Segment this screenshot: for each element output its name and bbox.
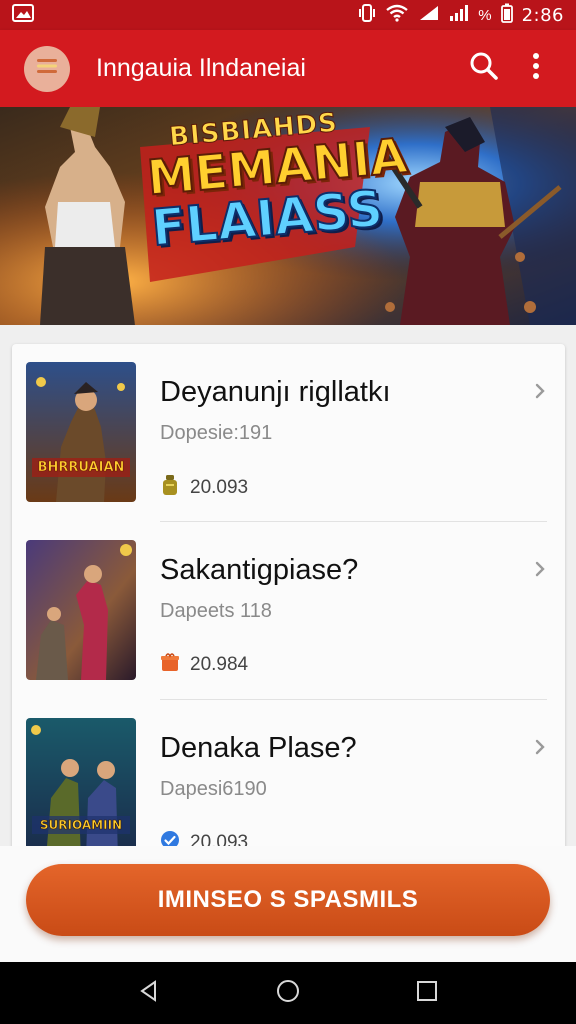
game-meta: 20.984: [160, 652, 248, 678]
home-icon: [275, 978, 301, 1009]
recents-icon: [416, 980, 438, 1007]
battery-icon: [500, 3, 513, 27]
game-row[interactable]: SURIOAMIIN Denaka Plase? Dapesi6190 20.0…: [12, 700, 565, 864]
menu-icon: [35, 57, 59, 80]
game-row[interactable]: BHRRUAIAN Deyanunjı rigllatkı Dopesie:19…: [12, 344, 565, 522]
game-subtitle: Dapesi6190: [160, 778, 267, 800]
game-title: Denaka Plase?: [160, 732, 357, 764]
game-list: BHRRUAIAN Deyanunjı rigllatkı Dopesie:19…: [12, 344, 565, 864]
coin-bag-icon: [160, 474, 180, 502]
game-subtitle: Dopesie:191: [160, 422, 273, 444]
cta-button[interactable]: IMINSEO S SPASMILS: [26, 864, 550, 936]
status-bar: % 2:86: [0, 0, 576, 30]
more-vert-icon: [532, 52, 540, 85]
recents-button[interactable]: [407, 973, 447, 1013]
back-icon: [137, 979, 161, 1008]
signal-icon: [449, 4, 469, 26]
chevron-icon[interactable]: [529, 380, 551, 402]
chevron-icon[interactable]: [529, 558, 551, 580]
app-title: Inngauia Ilndaneiai: [96, 54, 306, 82]
game-thumbnail: SURIOAMIIN: [26, 718, 136, 858]
bottom-action-area: IMINSEO S SPASMILS: [0, 846, 576, 962]
thumbnail-label: BHRRUAIAN: [32, 458, 130, 477]
search-icon: [469, 51, 499, 86]
game-title: Deyanunjı rigllatkı: [160, 376, 391, 408]
game-thumbnail: [26, 540, 136, 680]
game-title: Sakantigpiase?: [160, 554, 359, 586]
game-thumbnail: BHRRUAIAN: [26, 362, 136, 502]
game-count: 20.984: [190, 654, 249, 675]
app-bar: Inngauia Ilndaneiai: [0, 30, 576, 107]
game-row[interactable]: Sakantigpiase? Dapeets 118 20.984: [12, 522, 565, 700]
hotspot-icon: [418, 4, 440, 26]
gift-box-icon: [160, 652, 180, 678]
home-button[interactable]: [268, 973, 308, 1013]
search-button[interactable]: [458, 43, 510, 95]
battery-percent: %: [478, 6, 492, 24]
system-nav-bar: [0, 962, 576, 1024]
game-count: 20.093: [190, 477, 249, 498]
wifi-icon: [385, 4, 409, 26]
back-button[interactable]: [129, 973, 169, 1013]
game-subtitle: Dapeets 118: [160, 600, 272, 622]
more-options-button[interactable]: [510, 43, 562, 95]
vibrate-icon: [358, 3, 376, 27]
banner-title: BISBIAHDS MEMANIA FLAIASS: [143, 107, 411, 258]
menu-button[interactable]: [24, 45, 70, 92]
promo-banner[interactable]: BISBIAHDS MEMANIA FLAIASS: [0, 107, 576, 325]
game-meta: 20.093: [160, 474, 248, 502]
chevron-icon[interactable]: [529, 736, 551, 758]
thumbnail-label: SURIOAMIIN: [32, 816, 130, 834]
image-icon: [12, 3, 34, 27]
clock: 2:86: [521, 4, 564, 26]
